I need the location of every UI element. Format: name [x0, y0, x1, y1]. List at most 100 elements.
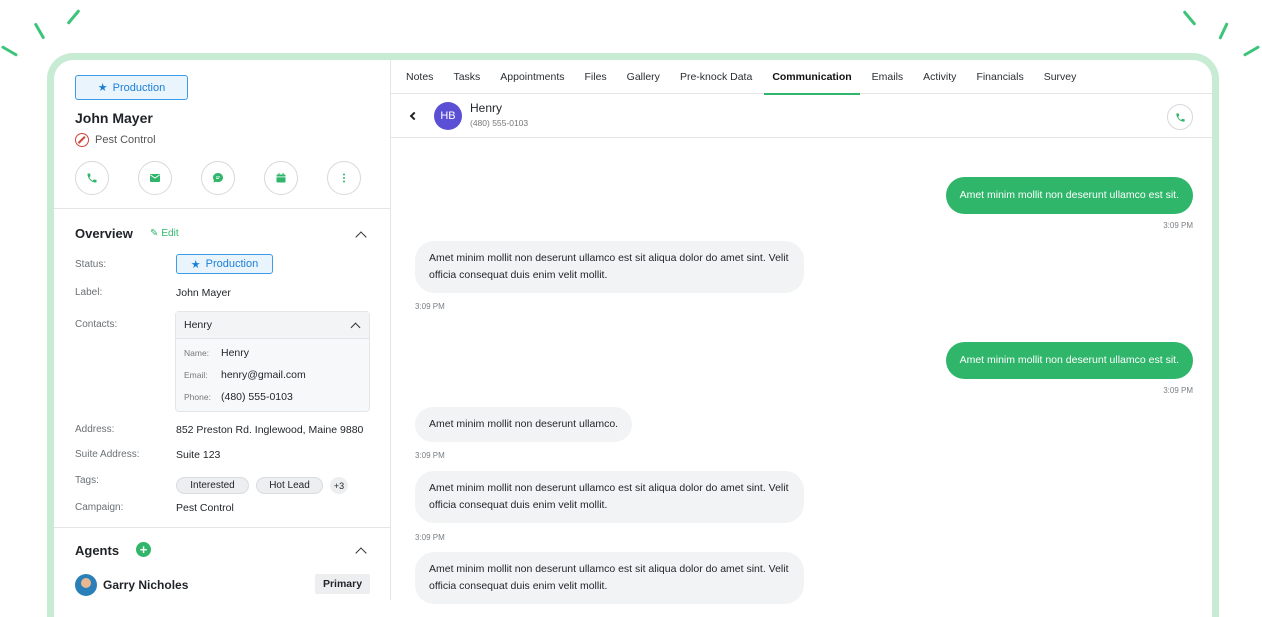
star-icon: ★ — [190, 258, 201, 271]
sparkle-decoration — [66, 9, 81, 25]
edit-overview-button[interactable]: ✎ Edit — [150, 228, 179, 239]
status-value-badge: ★ Production — [176, 254, 273, 274]
campaign-value: Pest Control — [176, 502, 234, 514]
agents-title: Agents — [75, 543, 120, 558]
chat-icon — [213, 173, 223, 183]
calendar-icon — [276, 173, 286, 183]
avatar — [75, 574, 97, 596]
contact-name-value: Henry — [221, 347, 250, 359]
overview-title: Overview — [75, 226, 133, 241]
schedule-button[interactable] — [264, 161, 298, 195]
outgoing-message: Amet minim mollit non deserunt ullamco e… — [945, 342, 1193, 379]
outgoing-message: Amet minim mollit non deserunt ullamco e… — [945, 177, 1193, 214]
tab-appointments[interactable]: Appointments — [500, 60, 564, 94]
message-timestamp: 3:09 PM — [415, 451, 445, 460]
collapse-overview-chevron-icon[interactable] — [355, 231, 367, 243]
tab-communication[interactable]: Communication — [764, 60, 861, 95]
sparkle-decoration — [33, 22, 46, 40]
contact-card-header[interactable]: Henry — [176, 312, 369, 339]
tab-emails[interactable]: Emails — [872, 60, 904, 94]
tab-bar: Notes Tasks Appointments Files Gallery P… — [406, 60, 1212, 95]
label-label: Label: — [75, 287, 103, 298]
incoming-message: Amet minim mollit non deserunt ullamco e… — [415, 471, 804, 523]
tab-pre-knock-data[interactable]: Pre-knock Data — [680, 60, 752, 94]
contacts-label: Contacts: — [75, 319, 118, 330]
call-button[interactable] — [75, 161, 109, 195]
phone-icon — [1175, 112, 1185, 122]
pencil-icon: ✎ — [150, 228, 159, 239]
incoming-message: Amet minim mollit non deserunt ullamco e… — [415, 552, 804, 604]
app-frame: ★ Production John Mayer Pest Control Ove… — [47, 53, 1219, 617]
quick-actions — [75, 161, 361, 195]
edit-label: Edit — [161, 228, 179, 239]
status-value: Production — [205, 258, 259, 270]
agent-name: Garry Nicholes — [103, 578, 189, 592]
status-label: Status: — [75, 259, 107, 270]
message-timestamp: 3:09 PM — [1163, 221, 1193, 230]
tab-gallery[interactable]: Gallery — [627, 60, 660, 94]
tag-chip[interactable]: Interested — [176, 477, 249, 494]
tag-chip[interactable]: Hot Lead — [256, 477, 323, 494]
contact-name-row: Name: Henry — [176, 342, 369, 364]
email-button[interactable] — [138, 161, 172, 195]
suite-value: Suite 123 — [176, 449, 221, 461]
call-contact-button[interactable] — [1167, 104, 1193, 130]
more-icon — [343, 173, 345, 183]
conversation-contact-phone: (480) 555-0103 — [470, 118, 529, 128]
tab-files[interactable]: Files — [585, 60, 607, 94]
conversation-contact-name: Henry — [470, 101, 503, 115]
phone-icon — [87, 173, 97, 183]
contact-phone-value[interactable]: (480) 555-0103 — [221, 391, 293, 403]
address-label: Address: — [75, 424, 115, 435]
service-type: Pest Control — [75, 133, 156, 147]
status-badge-label: Production — [112, 81, 166, 94]
back-arrow-icon[interactable] — [409, 111, 419, 121]
contact-card-title: Henry — [184, 319, 213, 331]
tab-financials[interactable]: Financials — [976, 60, 1023, 94]
sparkle-decoration — [0, 45, 19, 57]
divider — [54, 208, 391, 209]
pest-icon — [75, 133, 89, 147]
conversation-header: HB Henry (480) 555-0103 — [391, 94, 1212, 138]
incoming-message: Amet minim mollit non deserunt ullamco. — [415, 407, 633, 442]
agent-role-badge: Primary — [315, 574, 370, 594]
tab-notes[interactable]: Notes — [406, 60, 433, 94]
sparkle-decoration — [1182, 10, 1197, 26]
contact-email-value[interactable]: henry@gmail.com — [221, 369, 306, 381]
message-timestamp: 3:09 PM — [1163, 386, 1193, 395]
suite-label: Suite Address: — [75, 449, 140, 460]
contact-email-key: Email: — [184, 370, 208, 380]
tags-label: Tags: — [75, 475, 99, 486]
add-agent-button[interactable]: + — [136, 542, 151, 557]
more-button[interactable] — [327, 161, 361, 195]
tab-activity[interactable]: Activity — [923, 60, 956, 94]
sparkle-decoration — [1218, 22, 1229, 40]
label-value: John Mayer — [176, 287, 231, 299]
message-timestamp: 3:09 PM — [415, 533, 445, 542]
service-label: Pest Control — [95, 134, 156, 146]
lead-name: John Mayer — [75, 110, 153, 126]
collapse-agents-chevron-icon[interactable] — [355, 547, 367, 559]
tab-tasks[interactable]: Tasks — [453, 60, 480, 94]
plus-icon: + — [139, 542, 148, 557]
incoming-message: Amet minim mollit non deserunt ullamco e… — [415, 241, 804, 293]
lead-details-panel: ★ Production John Mayer Pest Control Ove… — [54, 60, 391, 600]
contact-phone-row: Phone: (480) 555-0103 — [176, 386, 369, 408]
avatar: HB — [434, 102, 462, 130]
contact-email-row: Email: henry@gmail.com — [176, 364, 369, 386]
address-value: 852 Preston Rd. Inglewood, Maine 9880 — [176, 424, 364, 436]
chevron-up-icon — [350, 322, 361, 332]
divider — [54, 527, 391, 528]
sms-button[interactable] — [201, 161, 235, 195]
sparkle-decoration — [1242, 45, 1261, 57]
contact-card: Henry Name: Henry Email: henry@gmail.com… — [175, 311, 370, 412]
tab-survey[interactable]: Survey — [1044, 60, 1077, 94]
more-tags-chip[interactable]: +3 — [330, 477, 348, 494]
contact-phone-key: Phone: — [184, 392, 211, 402]
status-badge: ★ Production — [75, 75, 188, 100]
star-icon: ★ — [97, 82, 108, 94]
communication-panel: Notes Tasks Appointments Files Gallery P… — [391, 60, 1212, 604]
contact-name-key: Name: — [184, 348, 210, 358]
campaign-label: Campaign: — [75, 502, 124, 513]
message-timestamp: 3:09 PM — [415, 302, 445, 311]
